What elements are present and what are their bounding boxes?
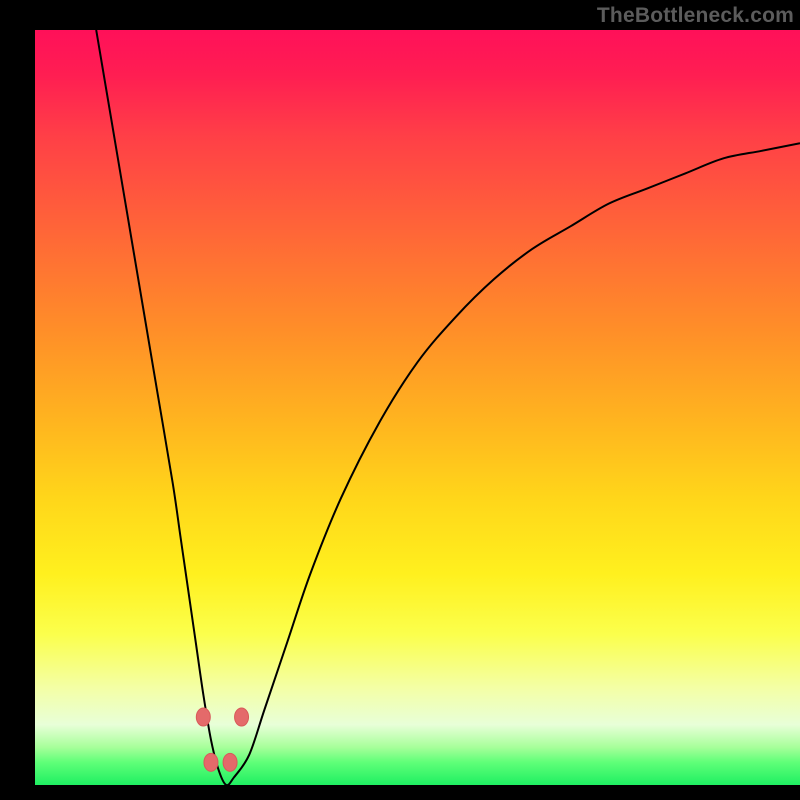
- curve-path: [96, 30, 800, 785]
- curve-marker: [235, 708, 249, 726]
- curve-marker: [196, 708, 210, 726]
- bottleneck-curve: [96, 30, 800, 785]
- plot-area: [35, 30, 800, 785]
- curve-layer: [35, 30, 800, 785]
- watermark-text: TheBottleneck.com: [597, 4, 794, 28]
- chart-frame: TheBottleneck.com: [0, 0, 800, 800]
- marker-group: [196, 708, 248, 771]
- curve-marker: [223, 753, 237, 771]
- curve-marker: [204, 753, 218, 771]
